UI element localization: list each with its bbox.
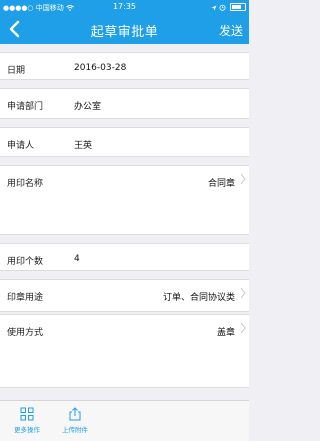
seal-count-row[interactable]: 用印个数 4 xyxy=(0,243,249,271)
seal-name-value[interactable]: 合同章 xyxy=(208,176,235,189)
usage-method-row[interactable]: 使用方式 盖章 xyxy=(0,314,249,388)
upload-attachment-label: 上传附件 xyxy=(62,426,88,434)
seal-purpose-row[interactable]: 印章用途 订单、合同协议类 xyxy=(0,279,249,312)
page-title: 起草审批单 xyxy=(90,25,159,40)
seal-purpose-value[interactable]: 订单、合同协议类 xyxy=(163,290,235,303)
alarm-icon xyxy=(219,4,226,11)
seal-purpose-label: 印章用途 xyxy=(7,293,44,303)
grid-icon xyxy=(20,407,34,421)
date-value[interactable]: 2016-03-28 xyxy=(74,63,126,73)
seal-name-row[interactable]: 用印名称 合同章 xyxy=(0,165,249,235)
usage-method-value[interactable]: 盖章 xyxy=(217,325,235,338)
back-button[interactable] xyxy=(8,19,22,39)
date-label: 日期 xyxy=(7,66,26,76)
chevron-right-icon xyxy=(240,173,246,185)
department-row[interactable]: 申请部门 办公室 xyxy=(0,88,249,119)
department-value[interactable]: 办公室 xyxy=(74,99,101,112)
status-right xyxy=(211,3,246,12)
seal-name-label: 用印名称 xyxy=(7,179,44,189)
upload-attachment-button[interactable]: 上传附件 xyxy=(50,407,100,434)
chevron-right-icon xyxy=(240,322,246,334)
more-actions-label: 更多操作 xyxy=(14,426,40,434)
seal-count-value[interactable]: 4 xyxy=(74,254,80,264)
chevron-left-icon xyxy=(9,20,20,38)
department-label: 申请部门 xyxy=(7,102,44,112)
usage-method-label: 使用方式 xyxy=(7,328,44,338)
more-actions-button[interactable]: 更多操作 xyxy=(2,407,52,434)
upload-icon xyxy=(69,407,81,421)
status-bar: ●●●●○ 中国移动 17:35 xyxy=(0,0,249,14)
send-button[interactable]: 发送 xyxy=(219,22,243,39)
applicant-label: 申请人 xyxy=(7,141,35,151)
location-icon xyxy=(211,5,217,11)
seal-count-label: 用印个数 xyxy=(7,257,44,267)
bottom-toolbar: 更多操作 上传附件 xyxy=(0,400,249,441)
applicant-row[interactable]: 申请人 王英 xyxy=(0,127,249,157)
date-row[interactable]: 日期 2016-03-28 xyxy=(0,52,249,80)
applicant-value[interactable]: 王英 xyxy=(74,138,92,151)
nav-bar: 起草审批单 发送 xyxy=(0,14,249,44)
battery-icon xyxy=(230,3,246,11)
chevron-right-icon xyxy=(240,287,246,299)
